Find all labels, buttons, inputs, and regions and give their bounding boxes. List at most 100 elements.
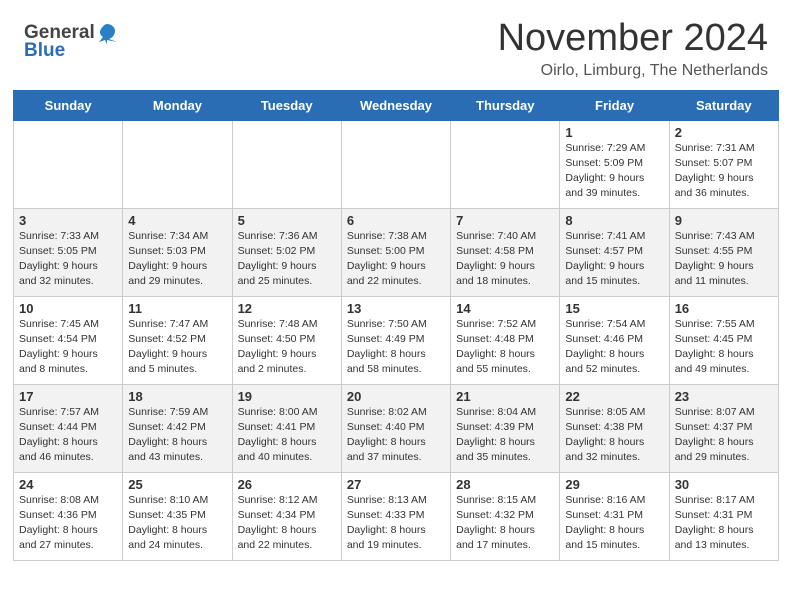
- calendar-cell: 4Sunrise: 7:34 AM Sunset: 5:03 PM Daylig…: [123, 208, 232, 296]
- calendar-cell: [451, 120, 560, 208]
- day-number: 29: [565, 477, 663, 492]
- calendar-cell: 7Sunrise: 7:40 AM Sunset: 4:58 PM Daylig…: [451, 208, 560, 296]
- day-number: 22: [565, 389, 663, 404]
- day-info: Sunrise: 7:50 AM Sunset: 4:49 PM Dayligh…: [347, 317, 445, 378]
- day-number: 25: [128, 477, 226, 492]
- day-info: Sunrise: 8:02 AM Sunset: 4:40 PM Dayligh…: [347, 405, 445, 466]
- day-info: Sunrise: 7:52 AM Sunset: 4:48 PM Dayligh…: [456, 317, 554, 378]
- location: Oirlo, Limburg, The Netherlands: [498, 62, 768, 80]
- day-number: 19: [238, 389, 336, 404]
- day-number: 28: [456, 477, 554, 492]
- title-section: November 2024 Oirlo, Limburg, The Nether…: [498, 18, 768, 80]
- header-monday: Monday: [123, 90, 232, 120]
- day-info: Sunrise: 7:45 AM Sunset: 4:54 PM Dayligh…: [19, 317, 117, 378]
- day-info: Sunrise: 7:43 AM Sunset: 4:55 PM Dayligh…: [675, 229, 773, 290]
- calendar-cell: 28Sunrise: 8:15 AM Sunset: 4:32 PM Dayli…: [451, 472, 560, 560]
- day-info: Sunrise: 8:10 AM Sunset: 4:35 PM Dayligh…: [128, 493, 226, 554]
- calendar-cell: 6Sunrise: 7:38 AM Sunset: 5:00 PM Daylig…: [341, 208, 450, 296]
- calendar-week-2: 3Sunrise: 7:33 AM Sunset: 5:05 PM Daylig…: [14, 208, 779, 296]
- day-number: 17: [19, 389, 117, 404]
- day-number: 21: [456, 389, 554, 404]
- day-info: Sunrise: 7:57 AM Sunset: 4:44 PM Dayligh…: [19, 405, 117, 466]
- calendar-cell: 20Sunrise: 8:02 AM Sunset: 4:40 PM Dayli…: [341, 384, 450, 472]
- day-number: 27: [347, 477, 445, 492]
- calendar-cell: 29Sunrise: 8:16 AM Sunset: 4:31 PM Dayli…: [560, 472, 669, 560]
- day-info: Sunrise: 8:08 AM Sunset: 4:36 PM Dayligh…: [19, 493, 117, 554]
- day-number: 14: [456, 301, 554, 316]
- calendar-cell: 24Sunrise: 8:08 AM Sunset: 4:36 PM Dayli…: [14, 472, 123, 560]
- calendar-cell: 21Sunrise: 8:04 AM Sunset: 4:39 PM Dayli…: [451, 384, 560, 472]
- day-info: Sunrise: 8:04 AM Sunset: 4:39 PM Dayligh…: [456, 405, 554, 466]
- day-info: Sunrise: 7:40 AM Sunset: 4:58 PM Dayligh…: [456, 229, 554, 290]
- calendar-cell: [14, 120, 123, 208]
- day-info: Sunrise: 8:15 AM Sunset: 4:32 PM Dayligh…: [456, 493, 554, 554]
- calendar-cell: 1Sunrise: 7:29 AM Sunset: 5:09 PM Daylig…: [560, 120, 669, 208]
- day-info: Sunrise: 7:48 AM Sunset: 4:50 PM Dayligh…: [238, 317, 336, 378]
- calendar-cell: 8Sunrise: 7:41 AM Sunset: 4:57 PM Daylig…: [560, 208, 669, 296]
- month-title: November 2024: [498, 18, 768, 60]
- calendar-cell: 12Sunrise: 7:48 AM Sunset: 4:50 PM Dayli…: [232, 296, 341, 384]
- day-info: Sunrise: 7:34 AM Sunset: 5:03 PM Dayligh…: [128, 229, 226, 290]
- header-thursday: Thursday: [451, 90, 560, 120]
- calendar-cell: 9Sunrise: 7:43 AM Sunset: 4:55 PM Daylig…: [669, 208, 778, 296]
- day-number: 5: [238, 213, 336, 228]
- day-info: Sunrise: 8:00 AM Sunset: 4:41 PM Dayligh…: [238, 405, 336, 466]
- day-number: 23: [675, 389, 773, 404]
- day-number: 8: [565, 213, 663, 228]
- day-number: 15: [565, 301, 663, 316]
- calendar-week-1: 1Sunrise: 7:29 AM Sunset: 5:09 PM Daylig…: [14, 120, 779, 208]
- calendar-cell: [341, 120, 450, 208]
- calendar-header-row: Sunday Monday Tuesday Wednesday Thursday…: [14, 90, 779, 120]
- calendar-week-4: 17Sunrise: 7:57 AM Sunset: 4:44 PM Dayli…: [14, 384, 779, 472]
- day-number: 26: [238, 477, 336, 492]
- day-number: 9: [675, 213, 773, 228]
- day-number: 2: [675, 125, 773, 140]
- calendar-cell: 10Sunrise: 7:45 AM Sunset: 4:54 PM Dayli…: [14, 296, 123, 384]
- calendar-cell: 15Sunrise: 7:54 AM Sunset: 4:46 PM Dayli…: [560, 296, 669, 384]
- day-number: 30: [675, 477, 773, 492]
- calendar-cell: 3Sunrise: 7:33 AM Sunset: 5:05 PM Daylig…: [14, 208, 123, 296]
- day-info: Sunrise: 7:29 AM Sunset: 5:09 PM Dayligh…: [565, 141, 663, 202]
- day-number: 12: [238, 301, 336, 316]
- header-sunday: Sunday: [14, 90, 123, 120]
- calendar-cell: 30Sunrise: 8:17 AM Sunset: 4:31 PM Dayli…: [669, 472, 778, 560]
- calendar-cell: [232, 120, 341, 208]
- calendar-cell: 23Sunrise: 8:07 AM Sunset: 4:37 PM Dayli…: [669, 384, 778, 472]
- day-info: Sunrise: 7:54 AM Sunset: 4:46 PM Dayligh…: [565, 317, 663, 378]
- day-number: 16: [675, 301, 773, 316]
- day-number: 4: [128, 213, 226, 228]
- header-saturday: Saturday: [669, 90, 778, 120]
- day-info: Sunrise: 7:33 AM Sunset: 5:05 PM Dayligh…: [19, 229, 117, 290]
- header-wednesday: Wednesday: [341, 90, 450, 120]
- day-number: 13: [347, 301, 445, 316]
- day-info: Sunrise: 8:05 AM Sunset: 4:38 PM Dayligh…: [565, 405, 663, 466]
- day-number: 6: [347, 213, 445, 228]
- day-info: Sunrise: 7:41 AM Sunset: 4:57 PM Dayligh…: [565, 229, 663, 290]
- calendar-cell: 25Sunrise: 8:10 AM Sunset: 4:35 PM Dayli…: [123, 472, 232, 560]
- day-info: Sunrise: 8:17 AM Sunset: 4:31 PM Dayligh…: [675, 493, 773, 554]
- calendar-cell: 17Sunrise: 7:57 AM Sunset: 4:44 PM Dayli…: [14, 384, 123, 472]
- day-number: 10: [19, 301, 117, 316]
- day-number: 18: [128, 389, 226, 404]
- day-info: Sunrise: 8:07 AM Sunset: 4:37 PM Dayligh…: [675, 405, 773, 466]
- day-number: 3: [19, 213, 117, 228]
- day-info: Sunrise: 8:13 AM Sunset: 4:33 PM Dayligh…: [347, 493, 445, 554]
- day-info: Sunrise: 7:36 AM Sunset: 5:02 PM Dayligh…: [238, 229, 336, 290]
- calendar-table: Sunday Monday Tuesday Wednesday Thursday…: [13, 90, 779, 561]
- calendar-cell: 26Sunrise: 8:12 AM Sunset: 4:34 PM Dayli…: [232, 472, 341, 560]
- day-number: 20: [347, 389, 445, 404]
- calendar-week-3: 10Sunrise: 7:45 AM Sunset: 4:54 PM Dayli…: [14, 296, 779, 384]
- day-number: 24: [19, 477, 117, 492]
- calendar-week-5: 24Sunrise: 8:08 AM Sunset: 4:36 PM Dayli…: [14, 472, 779, 560]
- day-number: 11: [128, 301, 226, 316]
- calendar-cell: 27Sunrise: 8:13 AM Sunset: 4:33 PM Dayli…: [341, 472, 450, 560]
- calendar-cell: 16Sunrise: 7:55 AM Sunset: 4:45 PM Dayli…: [669, 296, 778, 384]
- day-info: Sunrise: 7:55 AM Sunset: 4:45 PM Dayligh…: [675, 317, 773, 378]
- day-info: Sunrise: 7:47 AM Sunset: 4:52 PM Dayligh…: [128, 317, 226, 378]
- calendar-cell: 5Sunrise: 7:36 AM Sunset: 5:02 PM Daylig…: [232, 208, 341, 296]
- calendar-cell: 2Sunrise: 7:31 AM Sunset: 5:07 PM Daylig…: [669, 120, 778, 208]
- calendar-cell: 13Sunrise: 7:50 AM Sunset: 4:49 PM Dayli…: [341, 296, 450, 384]
- day-info: Sunrise: 7:38 AM Sunset: 5:00 PM Dayligh…: [347, 229, 445, 290]
- header-tuesday: Tuesday: [232, 90, 341, 120]
- calendar-cell: 14Sunrise: 7:52 AM Sunset: 4:48 PM Dayli…: [451, 296, 560, 384]
